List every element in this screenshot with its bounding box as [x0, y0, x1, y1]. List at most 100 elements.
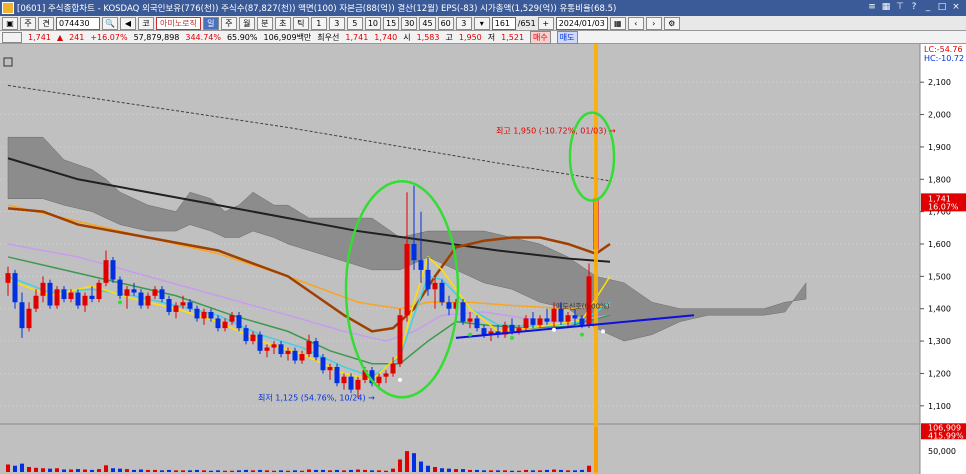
quote-change: 241 — [69, 32, 85, 42]
candle-body — [467, 318, 473, 322]
volume-bar — [251, 470, 255, 472]
help-icon[interactable]: ? — [908, 1, 920, 13]
candle-body — [75, 292, 81, 306]
y-tick-label: 1,500 — [928, 272, 951, 281]
close-icon[interactable]: × — [950, 1, 962, 13]
volume-bar — [293, 470, 297, 472]
volume-bar — [321, 469, 325, 472]
settings-icon[interactable]: ⚙ — [663, 16, 680, 30]
candle-body — [236, 315, 242, 329]
period-main-button[interactable]: 주 — [20, 16, 36, 30]
minute-30-button[interactable]: 30 — [401, 16, 418, 30]
search-icon[interactable]: 🔍 — [102, 16, 118, 30]
candle-body — [5, 273, 11, 283]
stock-code-input[interactable]: 074430 — [56, 16, 100, 30]
count-input[interactable]: 161 — [491, 16, 516, 30]
signal-dot — [552, 327, 556, 332]
quote-up-arrow-icon: ▲ — [56, 32, 64, 42]
candle-body — [152, 289, 158, 296]
volume-bar — [468, 469, 472, 472]
candle-body — [82, 295, 88, 306]
minute-60-button[interactable]: 60 — [437, 16, 454, 30]
volume-bar — [174, 470, 178, 472]
candle-body — [47, 282, 53, 306]
date-input[interactable]: 2024/01/03 — [555, 16, 608, 30]
zoom-in-icon[interactable]: + — [537, 16, 554, 30]
period-minute-button[interactable]: 분 — [256, 16, 273, 30]
period-tick-button[interactable]: 틱 — [292, 16, 309, 30]
app-icon — [2, 2, 14, 14]
volume-bar — [111, 468, 115, 472]
nav-next-icon[interactable]: › — [645, 16, 662, 30]
candle-body — [173, 305, 179, 312]
volume-bar — [125, 469, 129, 472]
price-chart[interactable]: 최고 1,950 (-10.72%, 01/03) → 최저 1,125 (54.… — [0, 44, 966, 474]
candle-body — [586, 276, 592, 325]
period-day-button[interactable]: 일 — [202, 16, 219, 30]
low-annotation: 최저 1,125 (54.76%, 10/24) → — [258, 393, 375, 403]
volume-bar — [69, 469, 73, 472]
period-month-button[interactable]: 월 — [238, 16, 255, 30]
volume-bar — [97, 469, 101, 472]
maximize-icon[interactable]: □ — [936, 1, 948, 13]
volume-panel-bg — [0, 424, 920, 474]
candle-body — [390, 363, 396, 374]
volume-bar — [349, 469, 353, 472]
period-week-button[interactable]: 주 — [220, 16, 237, 30]
sell-button[interactable]: 매도 — [556, 30, 578, 44]
minute-10-button[interactable]: 10 — [364, 16, 381, 30]
candle-body — [411, 244, 417, 261]
candle-body — [397, 315, 403, 364]
window-title: [0601] 주식종합차트 - KOSDAQ 외국인보유(776(천)) 주식수… — [17, 4, 617, 14]
candle-body — [264, 347, 270, 351]
calendar-icon[interactable]: ▦ — [609, 16, 626, 30]
minute-1-button[interactable]: 1 — [310, 16, 327, 30]
chart-type-icon[interactable]: ▣ — [2, 16, 18, 30]
volume-bar — [118, 468, 122, 472]
nav-prev-icon[interactable]: ‹ — [627, 16, 644, 30]
minimize-icon[interactable]: _ — [922, 1, 934, 13]
candle-body — [117, 279, 123, 296]
pin-icon[interactable]: ⊤ — [894, 1, 906, 13]
volume-bar — [517, 470, 521, 472]
volume-bar — [440, 468, 444, 472]
volume-bar — [216, 470, 220, 472]
candle-body — [145, 295, 151, 306]
volume-bar — [391, 468, 395, 472]
volume-bar — [258, 469, 262, 472]
volume-bar — [41, 468, 45, 472]
period-second-button[interactable]: 초 — [274, 16, 291, 30]
stock-name[interactable]: 아미노로직 — [156, 16, 201, 30]
volume-bar — [202, 470, 206, 472]
quote-best-label: 최우선 — [317, 32, 340, 42]
buy-button[interactable]: 매수 — [530, 30, 551, 44]
volume-bar — [223, 470, 227, 472]
volume-bar — [153, 469, 157, 472]
candle-body — [425, 269, 431, 290]
minute-custom-input[interactable]: 3 — [455, 16, 472, 30]
signal-dot — [398, 377, 402, 382]
volume-bar — [209, 470, 213, 472]
kind-button[interactable]: 코 — [138, 16, 154, 30]
current-change-label: 16.07% — [928, 202, 959, 211]
volume-bar — [545, 469, 549, 472]
menu-icon[interactable]: ≡ — [866, 1, 878, 13]
minute-45-button[interactable]: 45 — [419, 16, 436, 30]
minute-15-button[interactable]: 15 — [383, 16, 400, 30]
volume-bar — [300, 470, 304, 472]
volume-bar — [83, 469, 87, 472]
tile-icon[interactable]: ▦ — [880, 1, 892, 13]
prev-stock-icon[interactable]: ◀ — [120, 16, 136, 30]
minute-5-button[interactable]: 5 — [346, 16, 363, 30]
volume-bar — [230, 470, 234, 472]
minute-3-button[interactable]: 3 — [328, 16, 345, 30]
signal-dot — [118, 300, 122, 305]
candle-body — [103, 260, 109, 283]
candle-body — [579, 318, 585, 325]
volume-bar — [146, 469, 150, 472]
volume-bar — [524, 469, 528, 472]
market-select[interactable]: 견 — [38, 16, 54, 30]
volume-bar — [34, 467, 38, 472]
volume-bar — [55, 468, 59, 472]
dropdown-icon[interactable]: ▾ — [473, 16, 490, 30]
